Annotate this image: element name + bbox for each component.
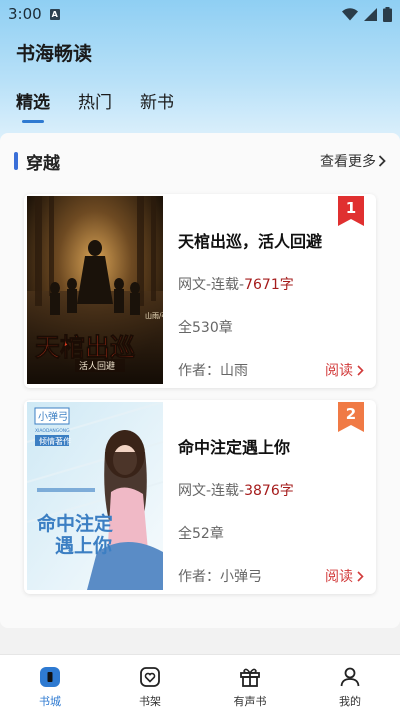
nav-profile[interactable]: 我的 (300, 655, 400, 712)
chevron-right-icon (357, 570, 364, 582)
book-title[interactable]: 天棺出巡，活人回避 (178, 228, 322, 252)
book-card[interactable]: 小弹弓 XIAODANGONG 倾情著作 命中注定 遇上你 2 命中注定遇上你 … (24, 400, 376, 594)
rank-badge: 2 (338, 402, 364, 432)
tab-hot[interactable]: 热门 (78, 88, 112, 124)
chevron-right-icon (378, 155, 386, 167)
category-tabs: 精选 热门 新书 (16, 88, 174, 124)
read-label: 阅读 (325, 569, 353, 585)
status-time: 3:00 (8, 5, 42, 23)
book-title[interactable]: 命中注定遇上你 (178, 434, 290, 458)
book-cover-image: 山雨/著 天棺出巡 活人回避 (27, 196, 163, 384)
cover-title-text: 天棺出巡 (35, 333, 135, 362)
book-meta: 网文-连载-7671字 (178, 274, 294, 294)
word-count: 7671字 (244, 277, 294, 293)
nav-label: 书架 (139, 695, 161, 708)
read-button[interactable]: 阅读 (325, 360, 364, 380)
status-bar: 3:00 A (0, 0, 400, 28)
read-label: 阅读 (325, 363, 353, 379)
book-type: 网文-连载- (178, 483, 245, 499)
nav-label: 书城 (39, 695, 61, 708)
tab-featured[interactable]: 精选 (16, 88, 50, 124)
cover-author-text: 小弹弓 (38, 410, 68, 423)
nav-bookshelf[interactable]: 书架 (100, 655, 200, 712)
cover-tag-text: 倾情著作 (39, 436, 71, 446)
rank-number: 2 (345, 405, 357, 423)
nav-label: 有声书 (233, 695, 267, 708)
bookstore-icon (40, 667, 60, 687)
see-more-label: 查看更多 (320, 154, 376, 170)
section-header: 穿越 查看更多 (14, 150, 386, 174)
chapter-count: 全530章 (178, 320, 233, 336)
section-accent-bar (14, 152, 18, 170)
nav-label: 我的 (339, 695, 361, 708)
signal-icon (364, 7, 377, 21)
cover-subtitle-text: 活人回避 (79, 360, 115, 372)
book-type: 网文-连载- (178, 277, 245, 293)
nav-audiobook[interactable]: 有声书 (200, 655, 300, 712)
book-cover-image: 小弹弓 XIAODANGONG 倾情著作 命中注定 遇上你 (27, 402, 163, 590)
wifi-icon (342, 7, 358, 20)
battery-icon (383, 6, 392, 22)
cover-author-text: 山雨/著 (145, 311, 163, 320)
content-divider (0, 628, 400, 654)
cover-pinyin-text: XIAODANGONG (35, 428, 70, 434)
cover-title-line2: 遇上你 (55, 534, 112, 557)
app-title: 书海畅读 (16, 43, 93, 65)
bookshelf-heart-icon (140, 667, 160, 687)
chapter-count: 全52章 (178, 526, 224, 542)
read-button[interactable]: 阅读 (325, 566, 364, 586)
see-more-link[interactable]: 查看更多 (320, 151, 386, 171)
word-count: 3876字 (244, 483, 294, 499)
gift-box-icon (240, 668, 260, 687)
book-author: 作者：山雨 (178, 363, 248, 379)
section-title: 穿越 (26, 153, 60, 174)
rank-number: 1 (345, 199, 357, 217)
book-author: 作者：小弹弓 (178, 569, 262, 585)
tab-new[interactable]: 新书 (140, 88, 174, 124)
bottom-navigation: 书城 书架 有声书 我的 (0, 654, 400, 712)
user-icon (340, 667, 360, 687)
cover-title-line1: 命中注定 (37, 512, 113, 535)
book-meta: 网文-连载-3876字 (178, 480, 294, 500)
rank-badge: 1 (338, 196, 364, 226)
book-card[interactable]: 山雨/著 天棺出巡 活人回避 1 天棺出巡，活人回避 网文-连载-7671字 全… (24, 194, 376, 388)
nav-bookstore[interactable]: 书城 (0, 655, 100, 712)
notification-a-icon: A (49, 8, 60, 20)
chevron-right-icon (357, 364, 364, 376)
